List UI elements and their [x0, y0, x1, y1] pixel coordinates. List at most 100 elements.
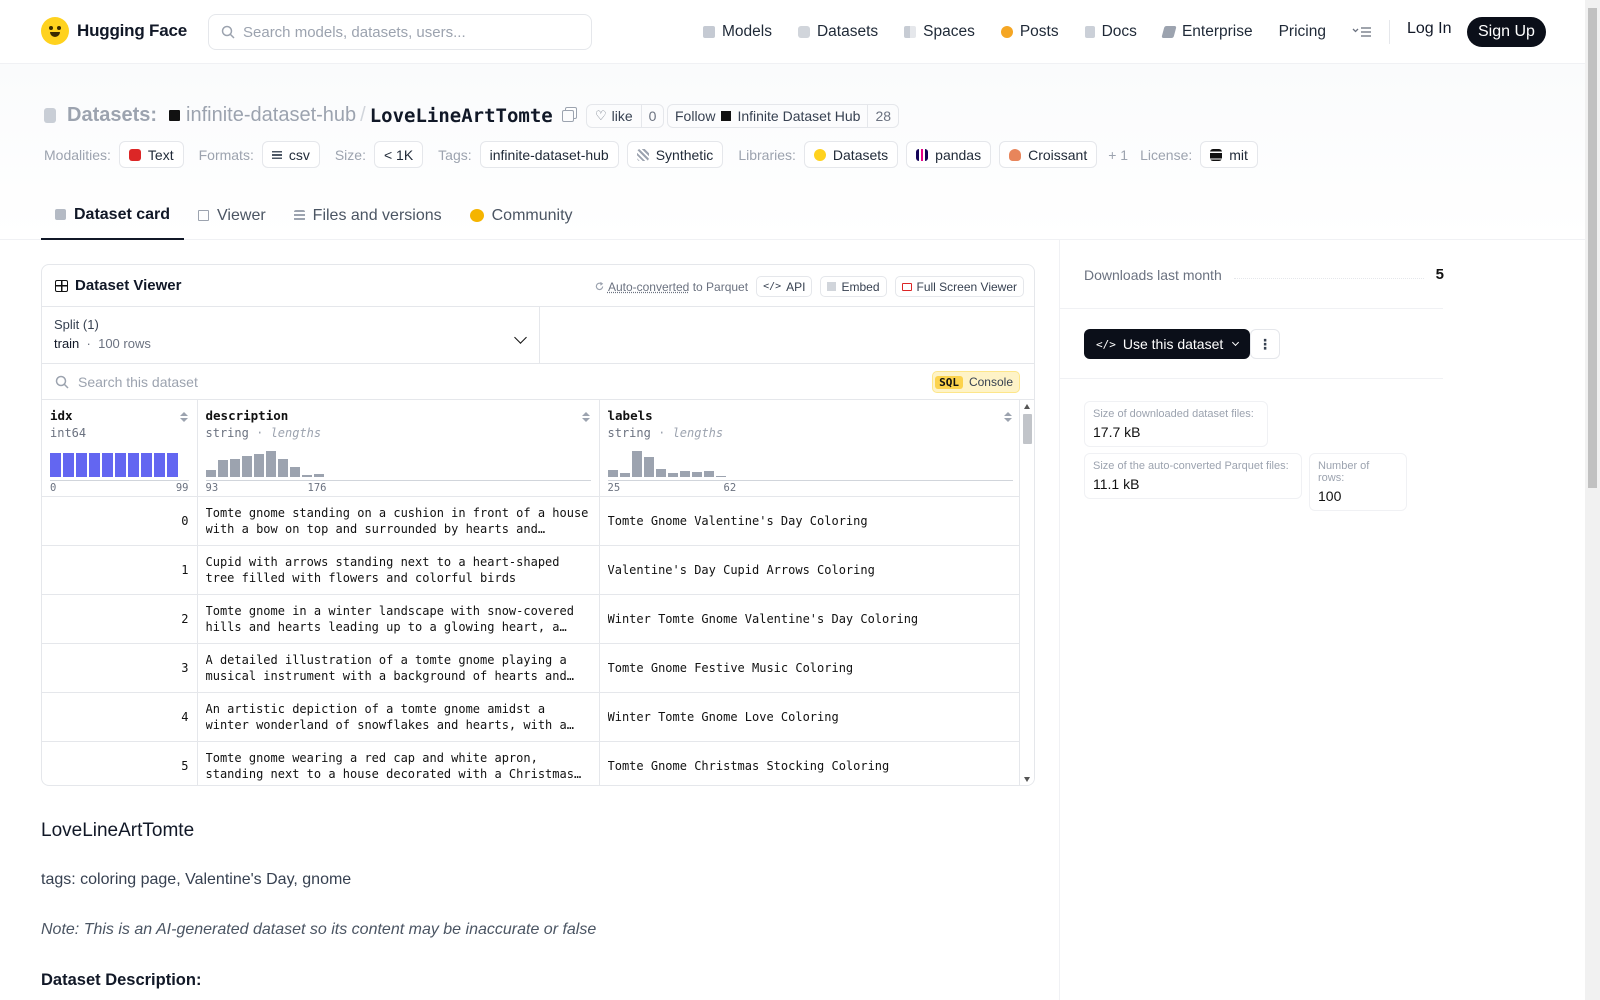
libraries-more[interactable]: + 1	[1108, 147, 1128, 163]
use-this-dataset-button[interactable]: </> Use this dataset	[1084, 329, 1251, 359]
page-scrollbar[interactable]	[1585, 0, 1600, 1000]
nav-datasets-label: Datasets	[816, 23, 879, 40]
login-link[interactable]: Log In	[1407, 20, 1451, 38]
cell-text: Tomte gnome wearing a red cap and white …	[205, 750, 574, 781]
like-button[interactable]: ♡ like 0	[586, 104, 665, 128]
community-icon	[469, 209, 484, 222]
page-scrollbar-thumb[interactable]	[1588, 8, 1597, 488]
nav-posts[interactable]: Posts	[1000, 18, 1059, 46]
idx-histogram[interactable]	[50, 449, 178, 477]
library-chip-pandas[interactable]: pandas	[906, 141, 992, 168]
tag-chip-synthetic[interactable]: Synthetic	[626, 141, 724, 168]
nav-enterprise[interactable]: Enterprise	[1161, 18, 1253, 46]
tab-community[interactable]: Community	[456, 191, 587, 240]
table-row[interactable]: 5 Tomte gnome wearing a red cap and white…	[42, 741, 1021, 785]
sort-icon[interactable]	[1004, 412, 1012, 422]
libraries-label: Libraries:	[738, 146, 796, 163]
tag-chip-infinite-dataset-hub[interactable]: infinite-dataset-hub	[479, 141, 619, 168]
table-row[interactable]: 3A detailed illustration of a tomte gnom…	[42, 643, 1021, 693]
embed-label: Embed	[841, 279, 880, 294]
cell-description[interactable]: Tomte gnome standing on a cushion in fro…	[197, 496, 600, 546]
menu-list-icon	[1352, 27, 1371, 37]
sort-icon[interactable]	[581, 412, 590, 422]
cell-labels[interactable]: Winter Tomte Gnome Love Coloring	[599, 692, 1021, 742]
signup-button[interactable]: Sign Up	[1467, 17, 1546, 47]
cell-labels[interactable]: Winter Tomte Gnome Valentine's Day Color…	[599, 594, 1021, 644]
more-options-button[interactable]: ⋮	[1250, 329, 1280, 359]
hist-bar	[289, 466, 300, 477]
scrollbar-thumb[interactable]	[1023, 414, 1032, 444]
cell-idx[interactable]: 2	[42, 594, 198, 644]
hugging-face-icon	[813, 148, 826, 161]
cell-idx[interactable]: 3	[42, 643, 198, 693]
stat-value: 17.7 kB	[1093, 424, 1141, 440]
dataset-search-input[interactable]	[78, 373, 678, 390]
cell-labels[interactable]: Valentine's Day Cupid Arrows Coloring	[599, 545, 1021, 595]
cell-description[interactable]: An artistic depiction of a tomte gnome a…	[197, 692, 600, 742]
cell-text: A detailed illustration of a tomte gnome…	[205, 652, 567, 683]
copy-icon[interactable]	[561, 109, 574, 122]
cell-labels[interactable]: Tomte Gnome Valentine's Day Coloring	[599, 496, 1021, 546]
repo-type-link[interactable]: Datasets:	[67, 104, 157, 127]
embed-button[interactable]: Embed	[820, 276, 887, 297]
docs-icon	[1084, 26, 1095, 38]
cell-labels[interactable]: Tomte Gnome Christmas Stocking Coloring	[599, 741, 1021, 785]
size-chip[interactable]: < 1K	[373, 141, 424, 168]
auto-converted-link[interactable]: Auto-converted to Parquet	[595, 280, 748, 294]
api-button[interactable]: </> API	[756, 276, 813, 297]
follow-label: Follow	[675, 108, 716, 124]
column-header-description[interactable]: description string · lengths 93 176	[197, 400, 600, 497]
table-scrollbar[interactable]	[1019, 400, 1034, 785]
column-header-idx[interactable]: idx int64 0 99	[42, 400, 198, 497]
license-chip[interactable]: mit	[1200, 141, 1258, 168]
tab-dataset-card[interactable]: Dataset card	[41, 191, 185, 240]
cell-idx[interactable]: 0	[42, 496, 198, 546]
follow-button[interactable]: Follow Infinite Dataset Hub 28	[667, 104, 900, 128]
cell-description[interactable]: A detailed illustration of a tomte gnome…	[197, 643, 600, 693]
hist-bar	[50, 452, 61, 477]
table-row[interactable]: 2 Tomte gnome in a winter landscape with …	[42, 594, 1021, 644]
description-histogram[interactable]	[205, 449, 324, 477]
cell-idx[interactable]: 1	[42, 545, 198, 595]
tab-files-and-versions[interactable]: Files and versions	[280, 191, 456, 240]
cell-description[interactable]: Cupid with arrows standing next to a hea…	[197, 545, 600, 595]
full-screen-viewer-button[interactable]: Full Screen Viewer	[894, 276, 1024, 297]
hist-bar	[205, 469, 216, 477]
cell-idx[interactable]: 4	[42, 692, 198, 742]
search-icon	[221, 25, 235, 39]
scroll-down-icon[interactable]	[1024, 777, 1030, 782]
hist-bar	[265, 450, 276, 477]
hist-min: 93	[205, 481, 219, 494]
nav-spaces[interactable]: Spaces	[904, 18, 975, 46]
scroll-up-icon[interactable]	[1024, 404, 1030, 409]
cell-idx[interactable]: 5	[42, 741, 198, 785]
cell-text: Cupid with arrows standing next to a hea…	[205, 554, 560, 585]
column-header-labels[interactable]: labels string · lengths 25 62	[599, 400, 1021, 497]
nav-docs[interactable]: Docs	[1084, 18, 1137, 46]
cell-description[interactable]: Tomte gnome wearing a red cap and white …	[197, 741, 600, 785]
table-row[interactable]: 0 Tomte gnome standing on a cushion in fr…	[42, 496, 1021, 546]
cell-labels[interactable]: Tomte Gnome Festive Music Coloring	[599, 643, 1021, 693]
nav-more-menu[interactable]	[1352, 18, 1372, 46]
cell-description[interactable]: Tomte gnome in a winter landscape with s…	[197, 594, 600, 644]
table-row[interactable]: 1 Cupid with arrows standing next to a he…	[42, 545, 1021, 595]
library-chip-croissant[interactable]: Croissant	[999, 141, 1098, 168]
nav-pricing[interactable]: Pricing	[1279, 18, 1326, 46]
repo-name-link[interactable]: LoveLineArtTomte	[370, 105, 553, 127]
tab-viewer[interactable]: Viewer	[184, 191, 280, 240]
global-search-input[interactable]	[243, 23, 573, 41]
nav-datasets[interactable]: Datasets	[797, 18, 879, 46]
table-row[interactable]: 4 An artistic depiction of a tomte gnome …	[42, 692, 1021, 742]
modality-chip-text[interactable]: Text	[118, 141, 184, 168]
brand-link[interactable]: Hugging Face	[41, 17, 187, 45]
library-chip-datasets[interactable]: Datasets	[803, 141, 899, 168]
nav-models[interactable]: Models	[703, 18, 772, 46]
labels-histogram[interactable]	[607, 449, 726, 477]
org-link[interactable]: infinite-dataset-hub	[186, 104, 356, 127]
sql-console-button[interactable]: SQL Console	[932, 371, 1020, 393]
format-chip-csv[interactable]: csv	[261, 141, 320, 168]
hist-bar	[167, 452, 178, 477]
sort-icon[interactable]	[179, 412, 188, 422]
split-selector[interactable]: Split (1) train · 100 rows	[42, 307, 540, 363]
org-avatar-icon	[721, 111, 732, 121]
